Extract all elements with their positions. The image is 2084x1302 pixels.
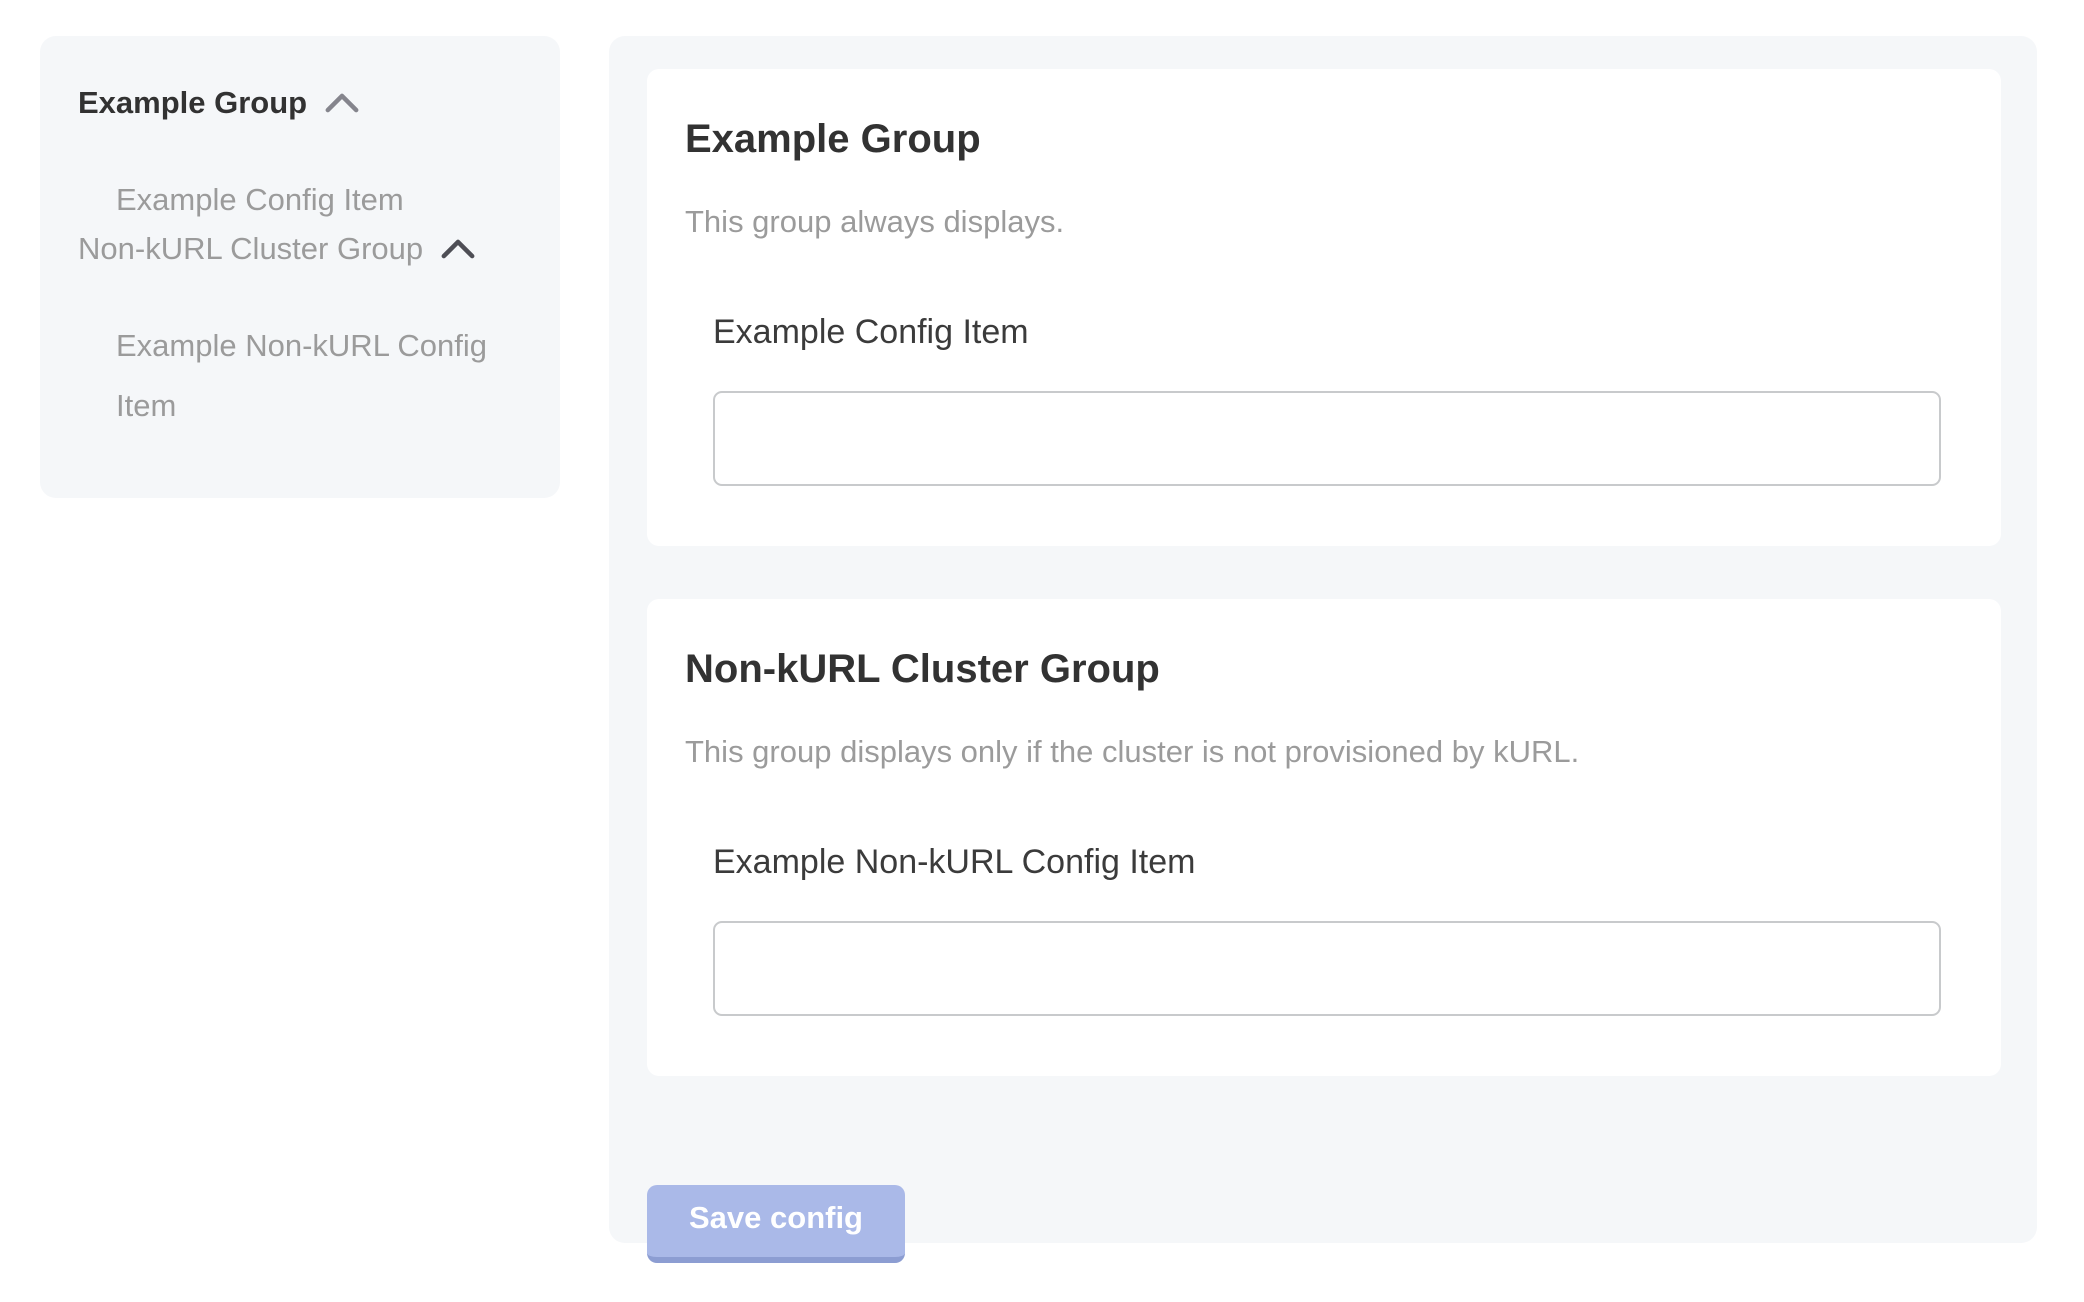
chevron-up-icon[interactable] — [441, 239, 475, 259]
config-group-description: This group displays only if the cluster … — [685, 733, 1941, 771]
config-group-description: This group always displays. — [685, 203, 1941, 241]
config-page: Example Group Example Config Item Non-kU… — [0, 0, 2084, 1302]
nav-group-non-kurl: Non-kURL Cluster Group Example Non-kURL … — [78, 230, 520, 436]
config-item-input[interactable] — [713, 391, 1941, 486]
chevron-up-icon[interactable] — [325, 93, 359, 113]
nav-group-example: Example Group Example Config Item — [78, 84, 520, 230]
nav-item-example-non-kurl-config-item[interactable]: Example Non-kURL Config Item — [116, 316, 516, 436]
nav-group-title-non-kurl-cluster-group[interactable]: Non-kURL Cluster Group — [78, 230, 520, 268]
nav-group-title-label: Non-kURL Cluster Group — [78, 230, 423, 268]
config-item-input[interactable] — [713, 921, 1941, 1016]
config-group-title: Example Group — [685, 115, 1941, 163]
config-item-label: Example Config Item — [713, 311, 1941, 353]
save-config-button[interactable]: Save config — [647, 1185, 905, 1263]
config-group-card-non-kurl: Non-kURL Cluster Group This group displa… — [647, 599, 2001, 1076]
config-panel: Example Group This group always displays… — [609, 36, 2037, 1243]
config-group-title: Non-kURL Cluster Group — [685, 645, 1941, 693]
nav-group-title-example-group[interactable]: Example Group — [78, 84, 520, 122]
config-item: Example Non-kURL Config Item — [713, 841, 1941, 1016]
nav-group-title-label: Example Group — [78, 84, 307, 122]
config-item: Example Config Item — [713, 311, 1941, 486]
config-nav-sidebar: Example Group Example Config Item Non-kU… — [40, 36, 560, 498]
nav-item-example-config-item[interactable]: Example Config Item — [116, 170, 516, 230]
config-item-label: Example Non-kURL Config Item — [713, 841, 1941, 883]
config-group-card-example: Example Group This group always displays… — [647, 69, 2001, 546]
